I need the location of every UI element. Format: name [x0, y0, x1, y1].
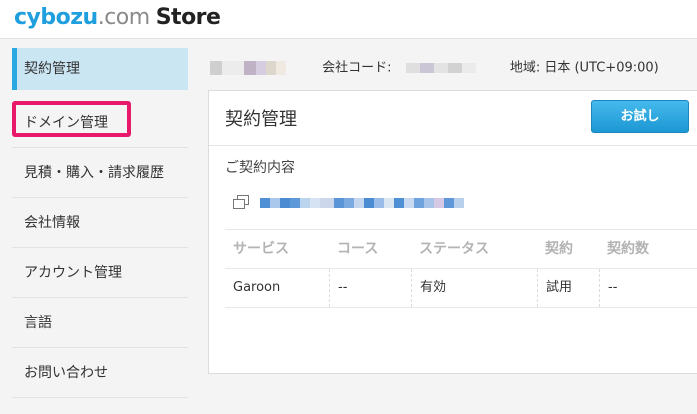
table-row[interactable]: Garoon -- 有効 試用 --	[225, 269, 697, 308]
top-bar: cybozu.com Store	[0, 0, 697, 39]
sidebar-item-company-info[interactable]: 会社情報	[12, 198, 188, 248]
region-label: 地域: 日本 (UTC+09:00)	[509, 60, 659, 76]
sidebar-item-domains[interactable]: ドメイン管理	[12, 98, 188, 148]
cell-contract-count: --	[599, 269, 697, 307]
sidebar-item-label: アカウント管理	[24, 265, 122, 281]
account-info-bar: 会社コード: 地域: 日本 (UTC+09:00)	[210, 50, 697, 86]
page-title: 契約管理	[225, 109, 297, 130]
cell-service: Garoon	[233, 280, 281, 295]
sidebar-item-account[interactable]: アカウント管理	[12, 248, 188, 298]
highlight-box	[12, 101, 131, 137]
window-icon[interactable]	[233, 194, 249, 209]
col-header-service: サービス	[233, 241, 289, 257]
sidebar-item-label: 会社情報	[24, 215, 80, 231]
sidebar-item-language[interactable]: 言語	[12, 298, 188, 348]
contract-panel: 契約管理 お試し ご契約内容 サービス コース ステータス 契約 契約数 Gar…	[208, 90, 697, 374]
cell-status: 有効	[411, 269, 537, 307]
logo-part-com: .com	[97, 5, 150, 30]
redacted-company-code	[405, 50, 476, 86]
sidebar-item-label: 契約管理	[24, 61, 80, 77]
domain-row	[233, 191, 465, 211]
divider	[209, 145, 697, 146]
sidebar-item-quotes-history[interactable]: 見積・購入・請求履歴	[12, 148, 188, 198]
section-title: ご契約内容	[225, 160, 295, 176]
col-header-status: ステータス	[419, 241, 489, 257]
sidebar-item-contracts[interactable]: 契約管理	[12, 48, 188, 90]
trial-button[interactable]: お試し	[591, 100, 689, 133]
sidebar: 契約管理 ドメイン管理 見積・購入・請求履歴 会社情報 アカウント管理 言語 お…	[12, 48, 188, 398]
sidebar-item-label: 見積・購入・請求履歴	[24, 165, 164, 181]
company-code-label: 会社コード:	[322, 60, 392, 76]
redacted-domain	[260, 192, 465, 211]
logo-part-cybozu: cybozu	[14, 5, 98, 30]
sidebar-item-label: 言語	[24, 315, 52, 331]
col-header-course: コース	[337, 241, 379, 257]
logo-part-store: Store	[155, 5, 221, 30]
col-header-contract: 契約	[545, 241, 573, 257]
contract-table: サービス コース ステータス 契約 契約数 Garoon -- 有効 試用 --	[225, 229, 697, 308]
redacted-company-name	[210, 50, 286, 86]
store-logo[interactable]: cybozu.com Store	[14, 5, 221, 31]
col-header-contract-count: 契約数	[607, 241, 649, 257]
sidebar-item-label: お問い合わせ	[24, 365, 108, 381]
cell-course: --	[329, 269, 411, 307]
sidebar-item-contact[interactable]: お問い合わせ	[12, 348, 188, 398]
cell-contract: 試用	[537, 269, 599, 307]
table-header-row: サービス コース ステータス 契約 契約数	[225, 229, 697, 269]
